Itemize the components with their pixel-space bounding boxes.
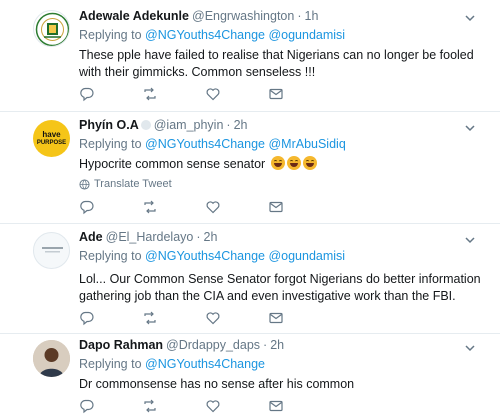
mention-link[interactable]: @MrAbuSidiq [268, 137, 345, 151]
retweet-icon[interactable] [142, 310, 158, 326]
reply-icon[interactable] [79, 86, 95, 102]
caret-down-icon[interactable] [464, 12, 476, 24]
tweet-text: Dr commonsense has no sense after his co… [79, 377, 355, 391]
user-handle[interactable]: @iam_phyin [154, 118, 224, 132]
tweet-header: Phyín O.A @iam_phyin · 2h [79, 117, 490, 134]
timestamp[interactable]: 2h [204, 230, 218, 244]
retweet-icon[interactable] [142, 86, 158, 102]
display-name[interactable]: Ade [79, 230, 103, 244]
user-handle[interactable]: @Engrwashington [192, 9, 294, 23]
replying-to: Replying to @NGYouths4Change @ogundamisi [79, 27, 490, 43]
display-name[interactable]: Phyín O.A [79, 118, 139, 132]
reply-icon[interactable] [79, 199, 95, 215]
caret-down-icon[interactable] [464, 122, 476, 134]
tweet[interactable]: Ade @El_Hardelayo · 2h Replying to @NGYouth… [0, 224, 500, 334]
replying-to-label: Replying to [79, 357, 142, 371]
tweet-header: Ade @El_Hardelayo · 2h [79, 229, 490, 246]
mention-link[interactable]: @NGYouths4Change [145, 357, 265, 371]
mention-link[interactable]: @ogundamisi [268, 28, 345, 42]
translate-tweet-link[interactable]: Translate Tweet [79, 178, 490, 190]
avatar[interactable] [33, 340, 70, 377]
timestamp[interactable]: 2h [234, 118, 248, 132]
avatar[interactable] [33, 10, 70, 47]
separator-dot: · [297, 9, 302, 23]
tweet-text: These pple have failed to realise that N… [79, 48, 474, 79]
replying-to: Replying to @NGYouths4Change @ogundamisi [79, 248, 490, 264]
tweet-header: Dapo Rahman @Drdappy_daps · 2h [79, 337, 490, 354]
like-icon[interactable] [205, 86, 221, 102]
timestamp[interactable]: 2h [270, 338, 284, 352]
mention-link[interactable]: @NGYouths4Change [145, 28, 265, 42]
avatar-text: have [42, 130, 61, 139]
tweet-actions [79, 86, 289, 102]
like-icon[interactable] [205, 199, 221, 215]
replying-to-label: Replying to [79, 137, 142, 151]
placeholder-avatar-icon [42, 247, 63, 253]
replying-to: Replying to @NGYouths4Change @MrAbuSidiq [79, 136, 490, 152]
separator-dot: · [263, 338, 268, 352]
translate-label[interactable]: Translate Tweet [94, 178, 172, 190]
direct-message-icon[interactable] [268, 86, 284, 102]
user-photo-icon [33, 340, 70, 377]
user-handle[interactable]: @El_Hardelayo [106, 230, 194, 244]
mention-link[interactable]: @NGYouths4Change [145, 137, 265, 151]
nigerian-senate-seal-icon [35, 12, 69, 46]
caret-down-icon[interactable] [464, 342, 476, 354]
like-icon[interactable] [205, 398, 221, 414]
tweet-text: Lol... Our Common Sense Senator forgot N… [79, 272, 481, 303]
replying-to-label: Replying to [79, 249, 142, 263]
caret-down-icon[interactable] [464, 234, 476, 246]
tweet[interactable]: have PURPOSE Phyín O.A @iam_phyin · 2h Repl… [0, 112, 500, 224]
tweet-text-body: Hypocrite common sense senator [79, 157, 266, 171]
timestamp[interactable]: 1h [305, 9, 319, 23]
tweet-actions [79, 310, 289, 326]
tweet-actions [79, 199, 289, 215]
tweet[interactable]: Adewale Adekunle @Engrwashington · 1h Reply… [0, 0, 500, 112]
separator-dot: · [196, 230, 201, 244]
reply-icon[interactable] [79, 310, 95, 326]
replying-to-label: Replying to [79, 28, 142, 42]
retweet-icon[interactable] [142, 199, 158, 215]
tears-of-joy-emoji-icon [302, 156, 317, 170]
tweet-header: Adewale Adekunle @Engrwashington · 1h [79, 8, 490, 25]
direct-message-icon[interactable] [268, 398, 284, 414]
tears-of-joy-emoji-icon [270, 156, 285, 170]
retweet-icon[interactable] [142, 398, 158, 414]
direct-message-icon[interactable] [268, 310, 284, 326]
display-name[interactable]: Dapo Rahman [79, 338, 163, 352]
separator-dot: · [226, 118, 231, 132]
avatar[interactable]: have PURPOSE [33, 120, 70, 157]
like-icon[interactable] [205, 310, 221, 326]
user-handle[interactable]: @Drdappy_daps [166, 338, 260, 352]
tweet[interactable]: Dapo Rahman @Drdappy_daps · 2h Replying to … [0, 334, 500, 419]
tears-of-joy-emoji-icon [286, 156, 301, 170]
reply-icon[interactable] [79, 398, 95, 414]
direct-message-icon[interactable] [268, 199, 284, 215]
avatar[interactable] [33, 232, 70, 269]
replying-to: Replying to @NGYouths4Change [79, 356, 490, 372]
tweet-text: Hypocrite common sense senator [79, 156, 490, 173]
badge-icon [140, 120, 151, 130]
translate-globe-icon [79, 178, 90, 190]
mention-link[interactable]: @ogundamisi [268, 249, 345, 263]
avatar-text: PURPOSE [36, 140, 67, 146]
mention-link[interactable]: @NGYouths4Change [145, 249, 265, 263]
tweet-actions [79, 398, 289, 414]
display-name[interactable]: Adewale Adekunle [79, 9, 189, 23]
